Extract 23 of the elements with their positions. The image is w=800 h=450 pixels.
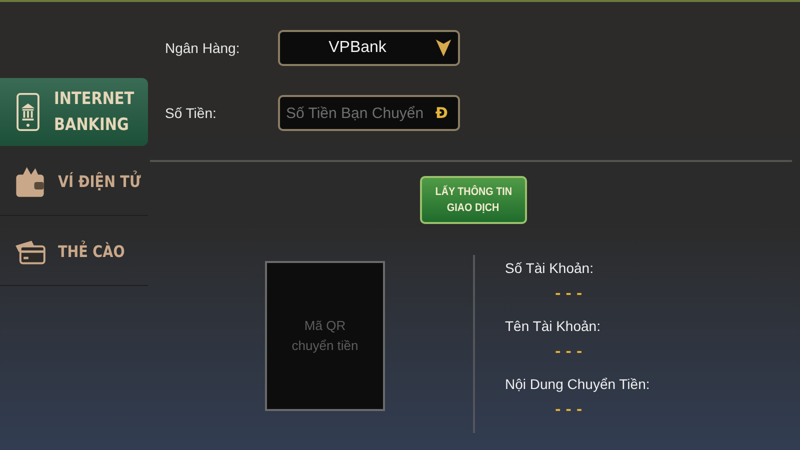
detail-value: - - - [555,402,584,418]
caret-icon [435,38,452,58]
tab-label: VÍ ĐIỆN TỬ [58,170,141,192]
get-info-button[interactable]: LẤY THÔNG TIN GIAO DỊCH [420,176,527,224]
amount-field[interactable]: Số Tiền Bạn Chuyển Đ [278,95,460,131]
detail-label: Nội Dung Chuyển Tiền: [505,376,650,392]
wallet-icon [14,164,46,198]
qr-caption: Mã QR chuyển tiền [292,317,358,355]
sidebar-tab[interactable]: VÍ ĐIỆN TỬ [0,148,148,216]
sidebar-tab[interactable]: THẺ CÀO [0,218,148,286]
tab-label: BANKING [54,114,130,137]
detail-label: Tên Tài Khoản: [505,318,602,334]
sidebar-tab[interactable]: INTERNET BANKING [0,78,148,146]
field-label: Số Tiền: [165,105,218,121]
field-label: Ngân Hàng: [165,40,241,56]
tab-label: THẺ CÀO [58,240,125,262]
currency-symbol: Đ [435,104,448,122]
detail-label: Số Tài Khoản: [505,260,594,276]
detail-value: - - - [555,286,584,302]
bank-dropdown[interactable]: VPBank [278,30,460,66]
detail-value: - - - [555,344,584,360]
tab-label: INTERNET [54,88,134,111]
phone-bank-icon [14,93,42,131]
